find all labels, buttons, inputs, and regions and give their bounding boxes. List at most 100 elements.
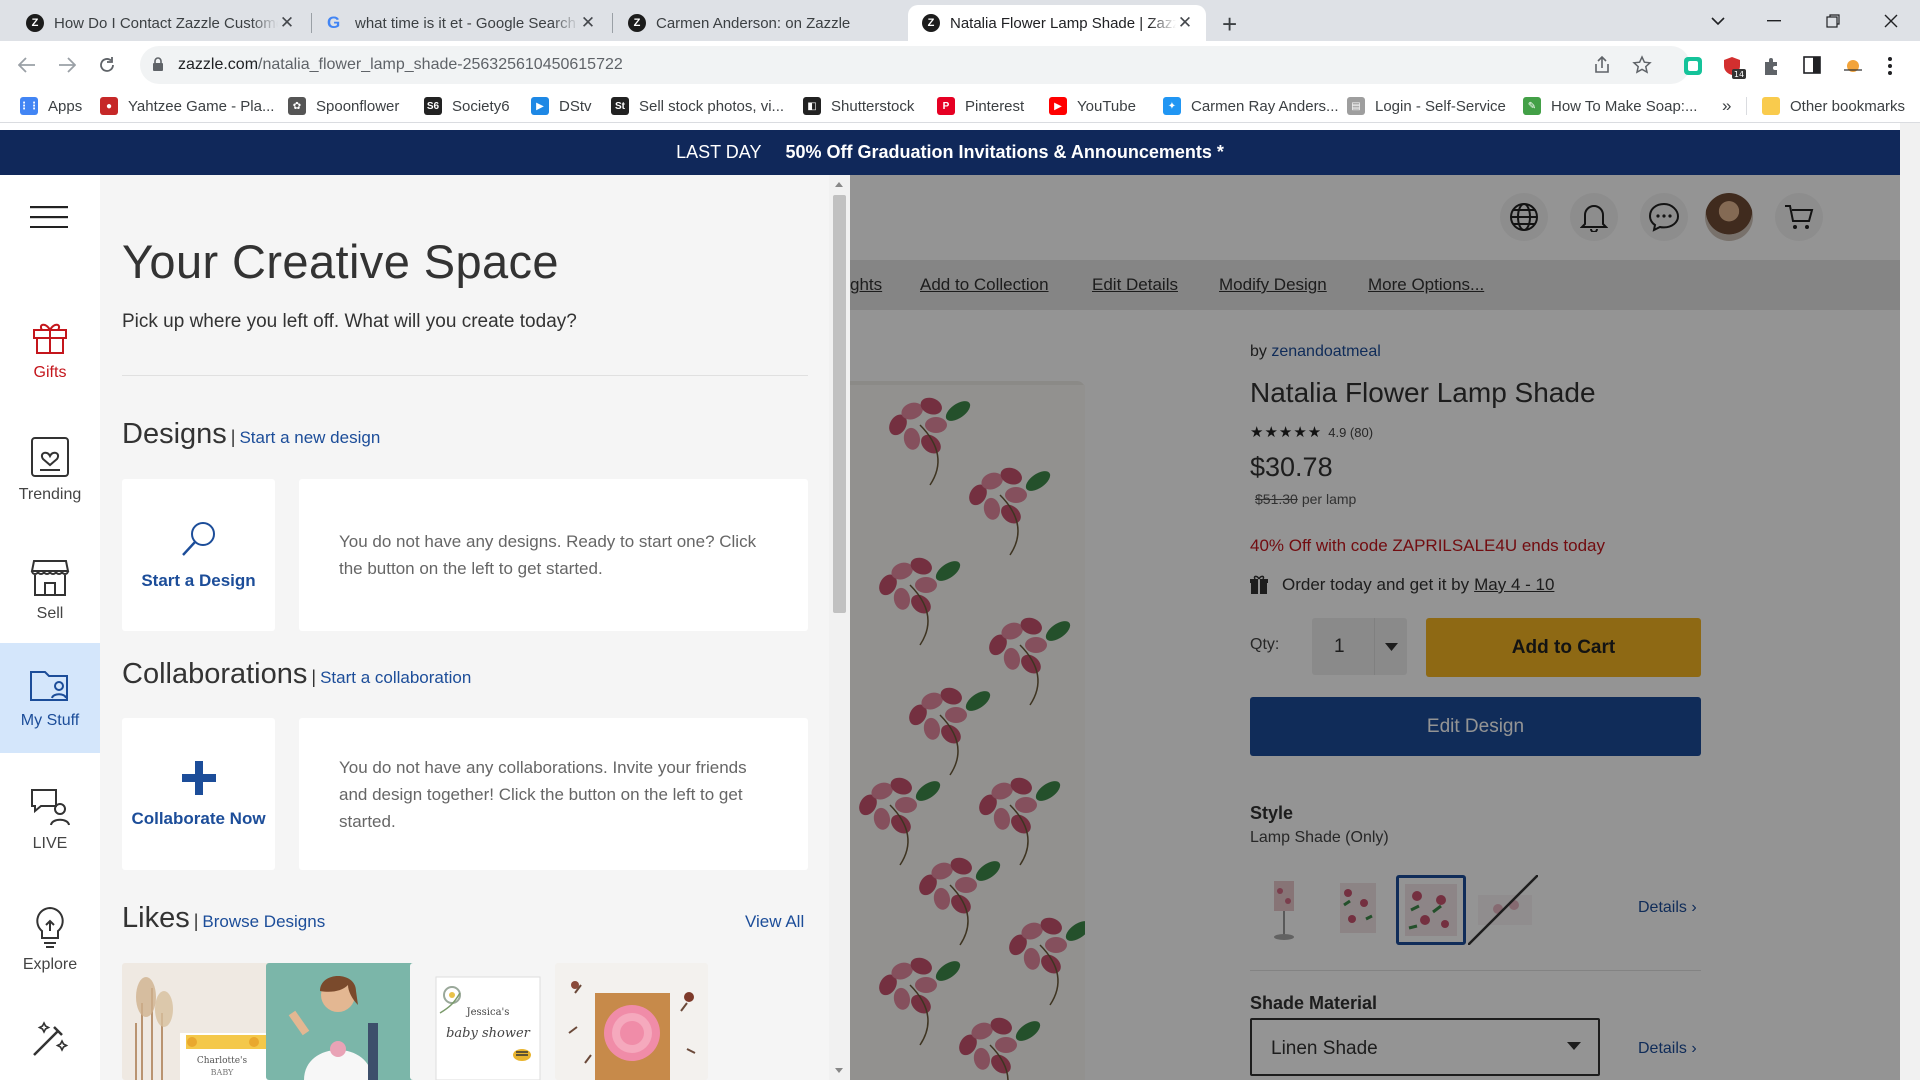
browser-tab[interactable]: Z How Do I Contact Zazzle Customer Servi…: [12, 5, 308, 41]
profile-avatar-icon[interactable]: [1842, 56, 1864, 76]
panel-subtitle: Pick up where you left off. What will yo…: [122, 311, 577, 332]
bookmark-label: How To Make Soap:...: [1551, 97, 1698, 115]
lock-icon[interactable]: [152, 57, 164, 72]
bookmark-item[interactable]: ✿ Spoonflower: [288, 95, 399, 117]
liked-design-thumb[interactable]: [555, 963, 708, 1080]
close-icon[interactable]: ✕: [1176, 13, 1194, 33]
folder-icon: [1762, 97, 1780, 115]
bookmark-label: Yahtzee Game - Pla...: [128, 97, 275, 115]
bookmark-separator: [1746, 97, 1747, 115]
thumb-text: Charlotte's: [197, 1056, 248, 1066]
storefront-icon: [30, 560, 70, 596]
panel-title: Your Creative Space: [122, 235, 559, 288]
bookmark-item[interactable]: ✎ How To Make Soap:...: [1523, 95, 1697, 117]
browser-tab[interactable]: G what time is it et - Google Search ✕: [313, 5, 609, 41]
close-icon[interactable]: ✕: [278, 13, 296, 33]
rail-label: Explore: [22, 956, 78, 973]
rail-item-gifts[interactable]: Gifts: [0, 295, 100, 405]
tab-title: How Do I Contact Zazzle Customer Service: [54, 14, 278, 32]
bookmark-item[interactable]: ◧ Shutterstock: [803, 95, 914, 117]
bookmark-item[interactable]: ▶ YouTube: [1049, 95, 1136, 117]
kebab-menu-icon[interactable]: [1887, 56, 1893, 76]
collaborations-section-header: Collaborations | Start a collaboration: [122, 658, 471, 691]
extensions-puzzle-icon[interactable]: [1763, 56, 1781, 76]
liked-design-thumb[interactable]: [266, 963, 419, 1080]
new-tab-plus-icon[interactable]: +: [1222, 9, 1237, 40]
share-icon[interactable]: [1592, 55, 1612, 75]
bookmark-item[interactable]: St Sell stock photos, vi...: [611, 95, 784, 117]
side-panel-icon[interactable]: [1803, 56, 1821, 74]
rail-item-explore[interactable]: Explore: [0, 885, 100, 995]
start-design-button[interactable]: Start a Design: [122, 479, 275, 631]
browser-tab-strip: Z How Do I Contact Zazzle Customer Servi…: [0, 0, 1920, 41]
bookmark-item[interactable]: P Pinterest: [937, 95, 1024, 117]
browser-tab[interactable]: Z Carmen Anderson: on Zazzle: [614, 5, 910, 41]
live-chat-icon: [31, 789, 70, 826]
promo-banner[interactable]: LAST DAY 50% Off Graduation Invitations …: [0, 130, 1900, 175]
gift-icon: [33, 323, 67, 354]
bookmark-label: Pinterest: [965, 97, 1025, 115]
grammarly-extension-icon[interactable]: [1683, 56, 1703, 76]
panel-scrollbar[interactable]: [829, 175, 850, 1080]
page-scrollbar[interactable]: [1900, 123, 1920, 1080]
scrollbar-thumb[interactable]: [833, 195, 846, 613]
liked-design-thumb[interactable]: Charlotte's BABY: [122, 963, 275, 1080]
bookmark-label: Shutterstock: [831, 97, 915, 115]
bookmark-item[interactable]: ✦ Carmen Ray Anders...: [1163, 95, 1339, 117]
rail-label: LIVE: [32, 835, 68, 852]
start-new-design-link[interactable]: Start a new design: [239, 428, 380, 448]
address-bar[interactable]: zazzle.com/natalia_flower_lamp_shade-256…: [140, 46, 1690, 84]
bookmarks-bar: ⋮⋮ Apps ● Yahtzee Game - Pla... ✿ Spoonflower…: [0, 89, 1920, 123]
scroll-down-arrow-icon[interactable]: [835, 1068, 843, 1073]
trending-heart-icon: [31, 437, 69, 477]
doc-icon: ▤: [1347, 97, 1365, 115]
zazzle-icon: Z: [26, 14, 44, 32]
tab-title: Carmen Anderson: on Zazzle: [656, 14, 851, 32]
start-collaboration-link[interactable]: Start a collaboration: [320, 668, 471, 688]
separator: |: [230, 427, 236, 447]
bookmark-item[interactable]: ⋮⋮ Apps: [19, 95, 82, 117]
adblock-extension-icon[interactable]: 14: [1722, 56, 1746, 80]
tab-separator: [311, 13, 312, 33]
hamburger-menu-icon[interactable]: [30, 206, 68, 228]
liked-design-thumb[interactable]: Jessica's baby shower: [410, 963, 563, 1080]
zazzle-icon: Z: [922, 14, 940, 32]
minimize-icon[interactable]: [1756, 6, 1792, 36]
tab-search-chevron-icon[interactable]: [1700, 6, 1736, 36]
scroll-up-arrow-icon[interactable]: [835, 182, 843, 187]
rail-label: Gifts: [33, 364, 67, 381]
rail-item-my-stuff[interactable]: My Stuff: [0, 643, 100, 753]
bookmark-star-icon[interactable]: [1632, 55, 1652, 75]
bookmark-item[interactable]: ▤ Login - Self-Service: [1347, 95, 1506, 117]
separator: |: [193, 911, 199, 931]
rail-item-sell[interactable]: Sell: [0, 535, 100, 645]
collaborate-now-button[interactable]: Collaborate Now: [122, 718, 275, 870]
browse-designs-link[interactable]: Browse Designs: [202, 912, 325, 932]
rail-item-live[interactable]: LIVE: [0, 765, 100, 875]
bookmark-item[interactable]: ▶ DStv: [531, 95, 592, 117]
other-bookmarks-folder[interactable]: Other bookmarks: [1762, 95, 1905, 117]
forward-arrow-icon[interactable]: [54, 52, 80, 78]
browser-tab-active[interactable]: Z Natalia Flower Lamp Shade | Zazzle ✕: [908, 5, 1206, 41]
modal-backdrop[interactable]: [850, 175, 1900, 1080]
rail-item-trending[interactable]: Trending: [0, 415, 100, 525]
url-host: zazzle.com: [178, 56, 259, 73]
bookmark-label: DStv: [559, 97, 592, 115]
browser-toolbar: zazzle.com/natalia_flower_lamp_shade-256…: [0, 41, 1920, 89]
rail-item-create[interactable]: [0, 1005, 100, 1080]
window-close-icon[interactable]: [1873, 6, 1909, 36]
bookmark-item[interactable]: S6 Society6: [424, 95, 510, 117]
reload-icon[interactable]: [94, 52, 120, 78]
view-all-link[interactable]: View All: [745, 912, 804, 932]
designs-empty-message: You do not have any designs. Ready to st…: [299, 479, 808, 631]
rail-label: Sell: [36, 605, 64, 622]
bookmark-label: Sell stock photos, vi...: [639, 97, 785, 115]
restore-icon[interactable]: [1815, 6, 1851, 36]
bookmark-item[interactable]: ● Yahtzee Game - Pla...: [100, 95, 274, 117]
url-path: /natalia_flower_lamp_shade-2563256104506…: [258, 56, 623, 73]
back-arrow-icon[interactable]: [14, 52, 40, 78]
close-icon[interactable]: ✕: [579, 13, 597, 33]
likes-section-header: Likes | Browse Designs: [122, 902, 325, 935]
bookmarks-overflow-chevron-icon[interactable]: »: [1722, 95, 1731, 117]
extension-badge: 14: [1734, 70, 1744, 79]
